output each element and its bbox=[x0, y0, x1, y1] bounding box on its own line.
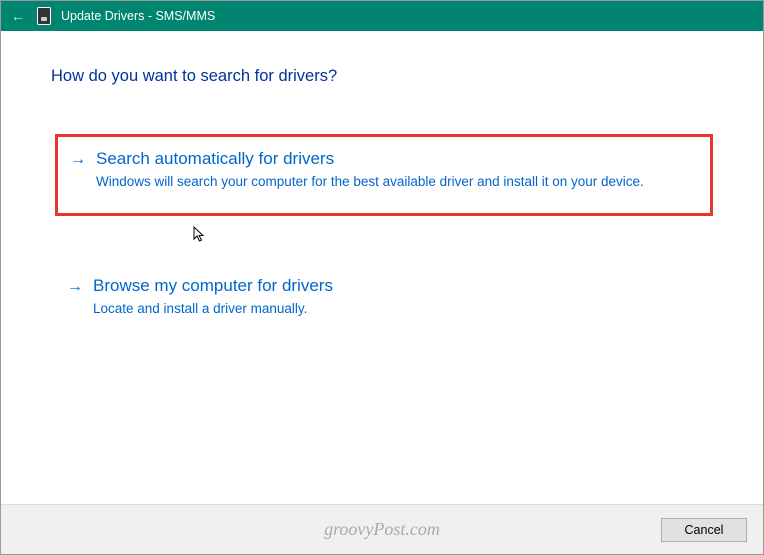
window-title: Update Drivers - SMS/MMS bbox=[61, 9, 215, 23]
watermark: groovyPost.com bbox=[324, 519, 440, 540]
option-body: Browse my computer for drivers Locate an… bbox=[93, 276, 701, 318]
option-title: Browse my computer for drivers bbox=[93, 276, 701, 296]
option-body: Search automatically for drivers Windows… bbox=[96, 149, 698, 191]
page-title: How do you want to search for drivers? bbox=[51, 67, 713, 86]
device-icon bbox=[37, 7, 51, 25]
dialog-footer: groovyPost.com Cancel bbox=[1, 504, 763, 554]
option-title: Search automatically for drivers bbox=[96, 149, 698, 169]
option-browse-computer[interactable]: → Browse my computer for drivers Locate … bbox=[55, 264, 713, 340]
option-search-automatically[interactable]: → Search automatically for drivers Windo… bbox=[55, 134, 713, 216]
arrow-right-icon: → bbox=[67, 276, 83, 318]
cancel-button[interactable]: Cancel bbox=[661, 518, 747, 542]
option-description: Windows will search your computer for th… bbox=[96, 173, 698, 191]
option-description: Locate and install a driver manually. bbox=[93, 300, 701, 318]
dialog-content: How do you want to search for drivers? →… bbox=[1, 31, 763, 360]
titlebar: ← Update Drivers - SMS/MMS bbox=[1, 1, 763, 31]
options-list: → Search automatically for drivers Windo… bbox=[51, 134, 713, 340]
back-arrow-icon[interactable]: ← bbox=[9, 8, 27, 24]
arrow-right-icon: → bbox=[70, 149, 86, 191]
